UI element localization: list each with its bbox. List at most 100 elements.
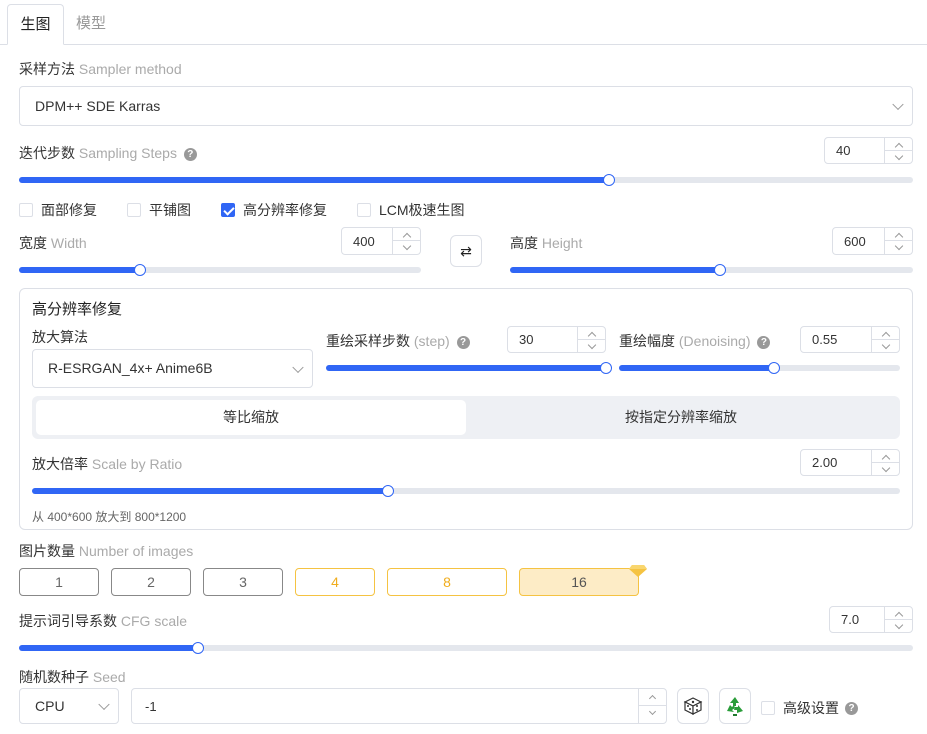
upscaler-select[interactable]: R-ESRGAN_4x+ Anime6B (32, 349, 313, 388)
num-images-option-2[interactable]: 2 (111, 568, 191, 596)
cfg-label-zh: 提示词引导系数 (19, 613, 117, 629)
increment-icon[interactable] (578, 327, 605, 340)
cfg-label: 提示词引导系数 CFG scale (19, 611, 187, 631)
denoising-slider[interactable] (619, 362, 900, 374)
steps-input[interactable]: 40 (824, 137, 913, 164)
scale-label-zh: 放大倍率 (32, 456, 88, 472)
decrement-icon[interactable] (885, 241, 912, 254)
cfg-input[interactable]: 7.0 (829, 606, 913, 633)
num-images-option-16[interactable]: 16 (519, 568, 639, 596)
width-slider[interactable] (19, 264, 421, 276)
num-images-option-8[interactable]: 8 (387, 568, 507, 596)
swap-icon: ⇄ (460, 242, 472, 259)
scale-value: 2.00 (812, 455, 838, 470)
denoising-label: 重绘幅度 (Denoising) ? (619, 331, 771, 351)
seed-device-value: CPU (35, 698, 65, 714)
width-label-en: Width (50, 235, 87, 251)
checkbox[interactable] (357, 203, 371, 217)
scale-mode-ratio[interactable]: 等比缩放 (36, 400, 466, 435)
seed-input[interactable]: -1 (131, 688, 667, 724)
help-icon[interactable]: ? (757, 336, 771, 349)
width-label: 宽度 Width (19, 233, 87, 253)
option-tiling[interactable]: 平铺图 (127, 200, 191, 220)
recycle-icon (727, 697, 743, 716)
slider-thumb[interactable] (191, 642, 204, 654)
height-value: 600 (844, 233, 866, 249)
decrement-icon[interactable] (872, 463, 899, 476)
help-icon[interactable]: ? (183, 148, 197, 161)
option-label: LCM极速生图 (379, 202, 465, 218)
option-hires-fix[interactable]: 高分辨率修复 (221, 200, 327, 220)
slider-thumb[interactable] (600, 362, 612, 374)
tab-model[interactable]: 模型 (64, 4, 118, 45)
steps-label-en: Sampling Steps (78, 145, 177, 161)
slider-thumb[interactable] (767, 362, 780, 374)
hires-steps-input[interactable]: 30 (507, 326, 606, 353)
slider-thumb[interactable] (133, 264, 146, 276)
chevron-down-icon (892, 98, 904, 111)
slider-thumb[interactable] (713, 264, 726, 276)
scale-input[interactable]: 2.00 (800, 449, 900, 476)
num-images-option-4[interactable]: 4 (295, 568, 375, 596)
upscaler-value: R-ESRGAN_4x+ Anime6B (48, 360, 213, 376)
checkbox[interactable] (221, 203, 235, 217)
help-icon[interactable]: ? (845, 701, 858, 715)
increment-icon[interactable] (639, 689, 666, 706)
checkbox[interactable] (761, 701, 775, 715)
decrement-icon[interactable] (872, 340, 899, 353)
steps-label: 迭代步数 Sampling Steps ? (19, 143, 197, 163)
cfg-slider[interactable] (19, 642, 913, 654)
decrement-icon[interactable] (639, 706, 666, 723)
num-images-option-3[interactable]: 3 (203, 568, 283, 596)
checkbox[interactable] (19, 203, 33, 217)
decrement-icon[interactable] (885, 620, 912, 633)
width-input[interactable]: 400 (341, 227, 421, 255)
slider-fill (619, 365, 774, 371)
denoising-label-en: (Denoising) (678, 333, 751, 349)
height-slider[interactable] (510, 264, 913, 276)
option-label: 高分辨率修复 (243, 202, 327, 218)
recycle-seed-button[interactable] (719, 688, 751, 724)
option-label: 面部修复 (41, 202, 97, 218)
chevron-down-icon (98, 698, 110, 711)
checkbox[interactable] (127, 203, 141, 217)
option-face-restore[interactable]: 面部修复 (19, 200, 97, 220)
seed-label: 随机数种子 Seed (19, 667, 126, 687)
increment-icon[interactable] (885, 138, 912, 151)
decrement-icon[interactable] (393, 241, 420, 254)
sampler-select[interactable]: DPM++ SDE Karras (19, 86, 913, 126)
option-lcm[interactable]: LCM极速生图 (357, 200, 465, 220)
decrement-icon[interactable] (885, 151, 912, 164)
steps-slider[interactable] (19, 174, 913, 186)
increment-icon[interactable] (872, 450, 899, 463)
tab-generate[interactable]: 生图 (7, 4, 64, 45)
increment-icon[interactable] (885, 607, 912, 620)
hires-steps-label-zh: 重绘采样步数 (326, 333, 410, 349)
swap-dimensions-button[interactable]: ⇄ (450, 235, 482, 267)
random-seed-button[interactable] (677, 688, 709, 724)
slider-fill (510, 267, 720, 273)
slider-thumb[interactable] (603, 174, 616, 186)
increment-icon[interactable] (885, 228, 912, 241)
slider-thumb[interactable] (381, 485, 394, 497)
scale-slider[interactable] (32, 485, 900, 497)
seed-device-select[interactable]: CPU (19, 688, 119, 724)
num-images-option-1[interactable]: 1 (19, 568, 99, 596)
scale-mode-resolution[interactable]: 按指定分辨率缩放 (466, 400, 896, 435)
steps-stepper (884, 138, 912, 163)
sampler-label-en: Sampler method (78, 61, 182, 77)
diamond-icon (629, 565, 647, 577)
height-input[interactable]: 600 (832, 227, 913, 255)
num-images-label: 图片数量 Number of images (19, 541, 193, 561)
denoising-value: 0.55 (812, 332, 838, 347)
help-icon[interactable]: ? (456, 336, 470, 349)
slider-fill (19, 645, 198, 651)
increment-icon[interactable] (872, 327, 899, 340)
denoising-input[interactable]: 0.55 (800, 326, 900, 353)
increment-icon[interactable] (393, 228, 420, 241)
hires-steps-label: 重绘采样步数 (step) ? (326, 331, 470, 351)
decrement-icon[interactable] (578, 340, 605, 353)
tab-bar: 生图 模型 (0, 0, 927, 45)
hires-steps-slider[interactable] (326, 362, 612, 374)
advanced-settings-toggle[interactable]: 高级设置 ? (761, 698, 858, 718)
